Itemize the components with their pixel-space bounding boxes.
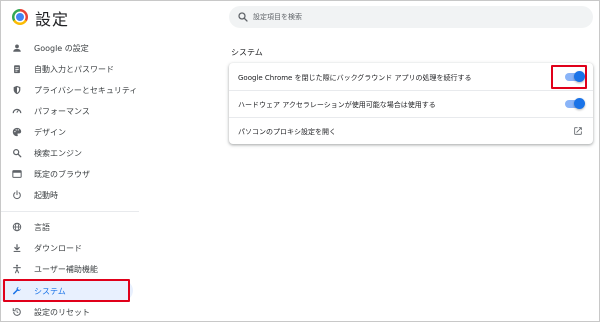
sidebar-item-performance[interactable]: パフォーマンス xyxy=(1,100,133,121)
toggle-knob xyxy=(574,98,585,109)
page-title: 設定 xyxy=(35,10,70,29)
sidebar-item-label: 自動入力とパスワード xyxy=(34,65,114,74)
sidebar-item-label: 検索エンジン xyxy=(34,149,82,158)
globe-icon xyxy=(11,221,22,232)
sidebar-divider xyxy=(1,211,139,212)
sidebar-item-label: 言語 xyxy=(34,223,50,232)
external-link-icon[interactable] xyxy=(573,126,583,136)
sidebar-item-label: デザイン xyxy=(34,128,66,137)
settings-row-proxy[interactable]: パソコンのプロキシ設定を開く xyxy=(229,117,593,144)
sidebar-item-label: Google の設定 xyxy=(34,44,89,53)
sidebar-item-downloads[interactable]: ダウンロード xyxy=(1,237,133,258)
sidebar-item-appearance[interactable]: デザイン xyxy=(1,121,133,142)
settings-row-hardware-acceleration[interactable]: ハードウェア アクセラレーションが使用可能な場合は使用する xyxy=(229,90,593,117)
sidebar-item-accessibility[interactable]: ユーザー補助機能 xyxy=(1,258,133,279)
reset-icon xyxy=(11,306,22,317)
person-icon xyxy=(11,42,22,53)
sidebar-item-languages[interactable]: 言語 xyxy=(1,216,133,237)
row-label: ハードウェア アクセラレーションが使用可能な場合は使用する xyxy=(238,101,436,109)
sidebar-item-label: 起動時 xyxy=(34,191,58,200)
sidebar-item-google-settings[interactable]: Google の設定 xyxy=(1,37,133,58)
section-title: システム xyxy=(231,48,263,57)
speedometer-icon xyxy=(11,105,22,116)
row-label: パソコンのプロキシ設定を開く xyxy=(238,128,336,136)
search-box[interactable] xyxy=(229,6,593,28)
power-icon xyxy=(11,189,22,200)
search-icon xyxy=(238,12,248,22)
header: 設定 xyxy=(1,1,599,37)
sidebar-system-highlight-box xyxy=(3,279,130,302)
settings-window: 設定 Google の設定 自動入力とパスワード プ xyxy=(0,0,600,322)
toggle-highlight-box xyxy=(551,65,587,89)
sidebar-item-label: ユーザー補助機能 xyxy=(34,265,98,274)
search-icon xyxy=(11,147,22,158)
sidebar-item-label: プライバシーとセキュリティ xyxy=(34,86,138,95)
chrome-logo-icon xyxy=(12,9,28,25)
sidebar-item-autofill[interactable]: 自動入力とパスワード xyxy=(1,58,133,79)
hardware-acceleration-toggle[interactable] xyxy=(565,98,585,109)
sidebar-item-label: 設定のリセット xyxy=(34,308,90,317)
sidebar-item-privacy[interactable]: プライバシーとセキュリティ xyxy=(1,79,137,100)
search-input[interactable] xyxy=(253,6,583,28)
sidebar-item-on-startup[interactable]: 起動時 xyxy=(1,184,133,205)
row-label: Google Chrome を閉じた際にバックグラウンド アプリの処理を続行する xyxy=(238,74,472,82)
palette-icon xyxy=(11,126,22,137)
sidebar-item-label: 既定のブラウザ xyxy=(34,170,90,179)
browser-icon xyxy=(11,168,22,179)
shield-icon xyxy=(11,84,22,95)
system-settings-card: Google Chrome を閉じた際にバックグラウンド アプリの処理を続行する… xyxy=(229,63,593,144)
sidebar-item-default-browser[interactable]: 既定のブラウザ xyxy=(1,163,133,184)
sidebar-item-search-engine[interactable]: 検索エンジン xyxy=(1,142,133,163)
clipboard-icon xyxy=(11,63,22,74)
sidebar-item-label: パフォーマンス xyxy=(34,107,90,116)
settings-row-background-apps[interactable]: Google Chrome を閉じた際にバックグラウンド アプリの処理を続行する xyxy=(229,63,593,90)
sidebar-item-label: ダウンロード xyxy=(34,244,82,253)
sidebar-item-reset[interactable]: 設定のリセット xyxy=(1,301,133,321)
accessibility-icon xyxy=(11,263,22,274)
download-icon xyxy=(11,242,22,253)
